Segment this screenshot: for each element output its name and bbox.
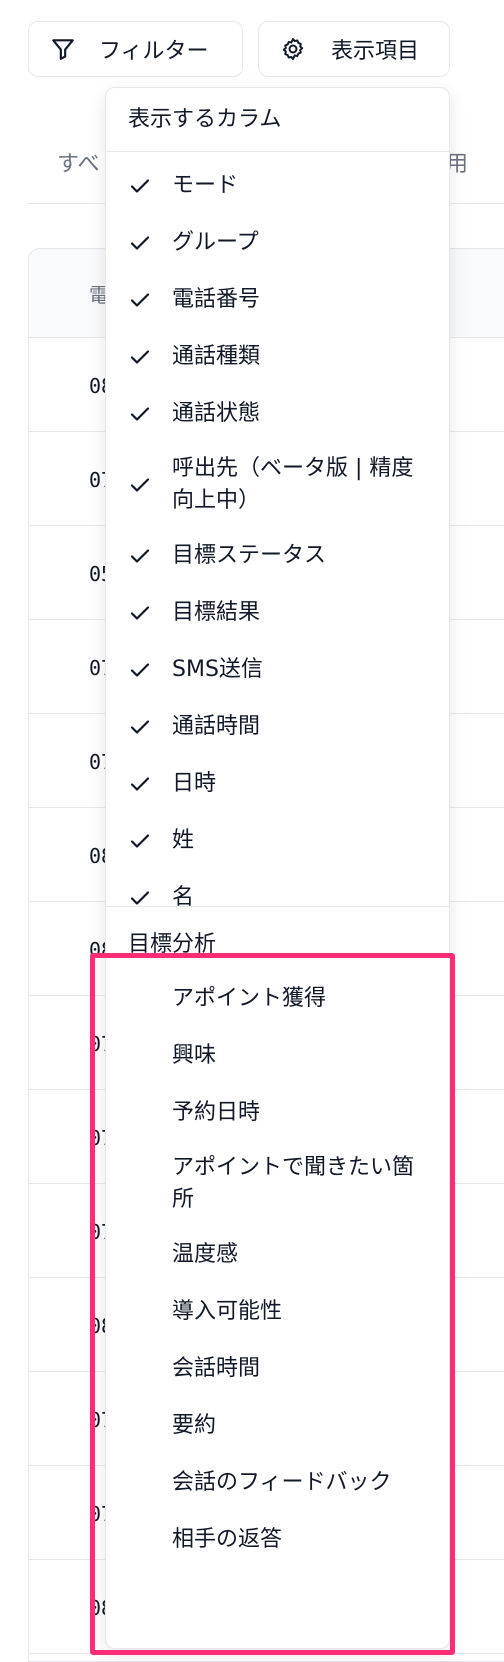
column-toggle-item[interactable]: 温度感 [106, 1226, 449, 1283]
column-toggle-label: SMS送信 [172, 656, 263, 682]
column-toggle-label: 姓 [172, 827, 195, 853]
column-toggle-item[interactable]: グループ [106, 214, 449, 271]
column-toggle-label: 通話種類 [172, 343, 261, 369]
display-columns-button-label: 表示項目 [331, 39, 420, 64]
column-toggle-item[interactable]: アポイントで聞きたい箇所 [106, 1141, 449, 1226]
column-toggle-label: 会話のフィードバック [172, 1469, 392, 1495]
display-columns-button[interactable]: 表示項目 [258, 21, 450, 77]
column-toggle-item[interactable]: 相手の返答 [106, 1511, 449, 1568]
column-toggle-item[interactable]: 日時 [106, 755, 449, 812]
gear-icon [279, 35, 307, 63]
column-toggle-item[interactable]: 目標結果 [106, 584, 449, 641]
column-toggle-item[interactable]: 予約日時 [106, 1084, 449, 1141]
check-icon [128, 715, 152, 739]
check-icon [128, 231, 152, 255]
check-icon [128, 288, 152, 312]
check-icon [128, 829, 152, 853]
check-icon [128, 345, 152, 369]
filter-button[interactable]: フィルター [28, 21, 243, 77]
column-toggle-label: 温度感 [172, 1241, 239, 1267]
check-icon [128, 601, 152, 625]
column-toggle-label: 興味 [172, 1042, 217, 1068]
check-icon [128, 174, 152, 198]
column-toggle-label: 目標結果 [172, 599, 261, 625]
column-toggle-label: 導入可能性 [172, 1298, 283, 1324]
column-toggle-item[interactable]: 姓 [106, 812, 449, 869]
column-toggle-item[interactable]: 要約 [106, 1397, 449, 1454]
column-toggle-item[interactable]: アポイント獲得 [106, 970, 449, 1027]
column-toggle-item[interactable]: 会話時間 [106, 1340, 449, 1397]
column-visibility-dropdown: 表示するカラム モードグループ電話番号通話種類通話状態呼出先（ベータ版 | 精度… [105, 87, 450, 1649]
section-divider [106, 906, 449, 907]
check-icon [128, 473, 152, 497]
section-title-goal-analysis: 目標分析 [128, 932, 217, 957]
column-toggle-item[interactable]: 名 [106, 869, 449, 926]
column-toggle-item[interactable]: 通話時間 [106, 698, 449, 755]
column-toggle-item[interactable]: 通話種類 [106, 328, 449, 385]
column-toggle-label: 呼出先（ベータ版 | 精度向上中） [172, 455, 414, 513]
tab-all[interactable]: すべ [57, 146, 99, 178]
column-toggle-item[interactable]: モード [106, 157, 449, 214]
check-icon [128, 772, 152, 796]
check-icon [128, 544, 152, 568]
column-toggle-item[interactable]: 興味 [106, 1027, 449, 1084]
check-icon [128, 402, 152, 426]
column-toggle-label: 会話時間 [172, 1355, 261, 1381]
column-toggle-item[interactable]: SMS送信 [106, 641, 449, 698]
column-toggle-label: 名 [172, 884, 195, 910]
check-icon [128, 658, 152, 682]
display-columns-list: モードグループ電話番号通話種類通話状態呼出先（ベータ版 | 精度向上中） 目標ステ… [106, 157, 449, 926]
column-toggle-item[interactable]: 通話状態 [106, 385, 449, 442]
column-toggle-item[interactable]: 目標ステータス [106, 527, 449, 584]
goal-analysis-list: アポイント獲得 興味予約日時アポイントで聞きたい箇所温度感導入可能性会話時間要約会… [106, 970, 449, 1568]
filter-funnel-icon [49, 35, 77, 63]
column-toggle-label: 通話状態 [172, 400, 261, 426]
column-toggle-label: 相手の返答 [172, 1526, 283, 1552]
column-toggle-label: 目標ステータス [172, 542, 327, 568]
column-toggle-item[interactable]: 呼出先（ベータ版 | 精度向上中） [106, 442, 449, 527]
column-toggle-item[interactable]: 導入可能性 [106, 1283, 449, 1340]
filter-button-label: フィルター [99, 39, 209, 64]
section-divider [106, 151, 449, 152]
section-title-display-columns: 表示するカラム [128, 107, 282, 132]
column-toggle-label: 電話番号 [172, 286, 261, 312]
column-toggle-label: アポイントで聞きたい箇所 [172, 1154, 415, 1212]
column-toggle-label: 日時 [172, 770, 217, 796]
column-toggle-label: グループ [172, 229, 259, 255]
column-toggle-label: 通話時間 [172, 713, 261, 739]
column-toggle-label: アポイント獲得 [172, 985, 327, 1011]
column-toggle-label: モード [172, 172, 239, 198]
column-toggle-item[interactable]: 会話のフィードバック [106, 1454, 449, 1511]
column-toggle-item[interactable]: 電話番号 [106, 271, 449, 328]
column-toggle-label: 要約 [172, 1412, 217, 1438]
column-toggle-label: 予約日時 [172, 1099, 261, 1125]
